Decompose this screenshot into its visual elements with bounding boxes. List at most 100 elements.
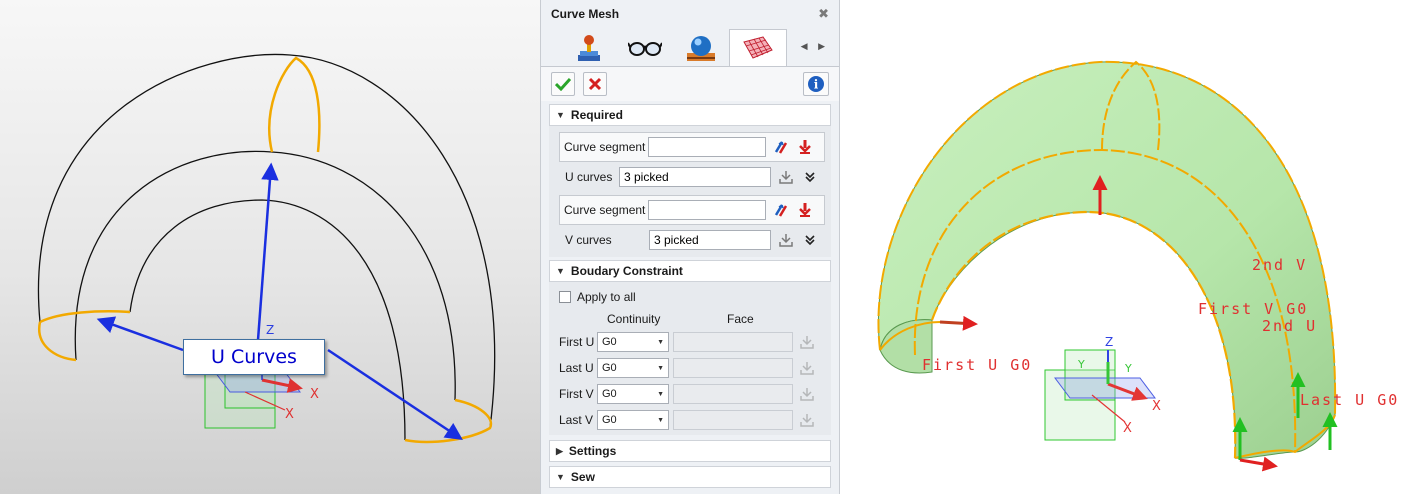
boundary-column-headers: Continuity Face (549, 309, 831, 329)
u-curve-right (404, 398, 493, 444)
v-curves-row: V curves (549, 225, 831, 255)
tab-surface-mesh[interactable] (729, 29, 787, 66)
callout-arrow-right (327, 348, 463, 440)
tab-glasses[interactable] (617, 30, 673, 66)
left-3d-viewport[interactable]: Z X X U Curves (0, 0, 540, 494)
expand-chevron-icon[interactable] (801, 168, 819, 186)
collapse-triangle-icon: ▼ (556, 266, 565, 276)
download-icon[interactable] (777, 168, 795, 186)
insert-curve-icon[interactable] (796, 138, 814, 156)
continuity-select[interactable]: G0 ▼ (597, 410, 669, 430)
required-section-header[interactable]: ▼ Required (549, 104, 831, 126)
dropdown-arrow-icon: ▼ (657, 390, 664, 398)
boundary-title: Boudary Constraint (570, 264, 683, 278)
boundary-row-label: Last U (559, 361, 594, 375)
svg-text:Z: Z (266, 323, 274, 337)
face-input[interactable] (673, 410, 793, 430)
boundary-section-body: Apply to all Continuity Face First U G0 ▼… (549, 282, 831, 435)
confirm-button[interactable] (551, 72, 575, 96)
boundary-row-last-v: Last V G0 ▼ (549, 407, 831, 433)
apply-to-all-row: Apply to all (549, 285, 831, 309)
sew-section-header[interactable]: ▼ Sew (549, 466, 831, 488)
x-icon (588, 77, 602, 91)
continuity-value: G0 (602, 336, 617, 348)
u-curve-segment-group: Curve segment (559, 132, 825, 162)
boundary-row-last-u: Last U G0 ▼ (549, 355, 831, 381)
svg-text:Y: Y (1124, 362, 1132, 375)
right-3d-viewport[interactable]: Z Y Y X X First U G0 2nd V First V G0 2n… (840, 0, 1418, 494)
continuity-value: G0 (602, 414, 617, 426)
v-curves-label: V curves (565, 233, 612, 247)
sew-title: Sew (570, 470, 595, 484)
face-input[interactable] (673, 384, 793, 404)
surface-scene: Z Y Y X X First U G0 2nd V First V G0 2n… (877, 60, 1399, 472)
boundary-row-first-u: First U G0 ▼ (549, 329, 831, 355)
svg-text:Y: Y (1077, 358, 1085, 371)
continuity-header: Continuity (607, 312, 661, 326)
face-input[interactable] (673, 332, 793, 352)
action-bar: i (541, 66, 839, 101)
u-segment-input[interactable] (648, 137, 766, 157)
callout-arrow-left (96, 316, 184, 352)
sphere-tab-icon (687, 36, 715, 61)
surface-mesh-tab-icon (743, 36, 773, 59)
tab-sphere[interactable] (673, 30, 729, 66)
dropdown-arrow-icon: ▼ (657, 338, 664, 346)
v-curves-input[interactable] (649, 230, 771, 250)
settings-section-header[interactable]: ▶ Settings (549, 440, 831, 462)
collapse-triangle-icon: ▼ (556, 110, 565, 120)
boundary-row-label: First U (559, 335, 595, 349)
label-2nd-u: 2nd U (1262, 317, 1317, 335)
dropdown-arrow-icon: ▼ (657, 416, 664, 424)
u-curves-input[interactable] (619, 167, 771, 187)
svg-text:X: X (310, 387, 319, 402)
expand-chevron-icon[interactable] (801, 231, 819, 249)
v-segment-label: Curve segment (564, 203, 646, 217)
download-icon (799, 360, 815, 376)
label-last-u-g0: Last U G0 (1300, 391, 1399, 409)
continuity-value: G0 (602, 388, 617, 400)
settings-title: Settings (568, 444, 617, 458)
close-icon[interactable]: ✖ (818, 6, 829, 22)
download-icon[interactable] (777, 231, 795, 249)
callout-arrow-up (256, 162, 279, 341)
continuity-value: G0 (602, 362, 617, 374)
tab-scroll-arrows[interactable]: ◀ ▶ (801, 41, 829, 52)
cancel-button[interactable] (583, 72, 607, 96)
required-section-body: Curve segment U curves Curve segment (549, 126, 831, 257)
reverse-direction-icon[interactable] (772, 201, 790, 219)
download-icon (799, 412, 815, 428)
boundary-row-first-v: First V G0 ▼ (549, 381, 831, 407)
continuity-select[interactable]: G0 ▼ (597, 358, 669, 378)
tab-joystick[interactable] (561, 30, 617, 66)
panel-title: Curve Mesh (551, 7, 620, 21)
apply-to-all-checkbox[interactable] (559, 291, 571, 303)
dropdown-arrow-icon: ▼ (657, 364, 664, 372)
face-header: Face (727, 312, 754, 326)
boundary-section-header[interactable]: ▼ Boudary Constraint (549, 260, 831, 282)
insert-curve-icon[interactable] (796, 201, 814, 219)
apply-to-all-label: Apply to all (577, 290, 636, 304)
u-curves-callout: U Curves (183, 339, 325, 375)
u-curves-row: U curves (549, 162, 831, 192)
u-segment-label: Curve segment (564, 140, 646, 154)
continuity-select[interactable]: G0 ▼ (597, 332, 669, 352)
label-first-v-g0: First V G0 (1198, 300, 1308, 318)
svg-text:X: X (1152, 399, 1161, 414)
axis-triad-right: Z Y Y X X (1044, 335, 1161, 441)
joystick-tab-icon (578, 35, 600, 61)
continuity-select[interactable]: G0 ▼ (597, 384, 669, 404)
required-title: Required (570, 108, 623, 122)
boundary-row-label: First V (559, 387, 594, 401)
info-button[interactable]: i (803, 72, 829, 96)
v-segment-input[interactable] (648, 200, 766, 220)
reverse-direction-icon[interactable] (772, 138, 790, 156)
v-curve-segment-group: Curve segment (559, 195, 825, 225)
label-first-u-g0: First U G0 (922, 356, 1032, 374)
face-input[interactable] (673, 358, 793, 378)
wireframe-scene: Z X X (37, 53, 496, 444)
u-curves-label: U curves (565, 170, 613, 184)
download-icon (799, 386, 815, 402)
curve-mesh-panel: Curve Mesh ✖ ◀ ▶ i ▼ Required Curve segm… (540, 0, 840, 494)
download-icon (799, 334, 815, 350)
